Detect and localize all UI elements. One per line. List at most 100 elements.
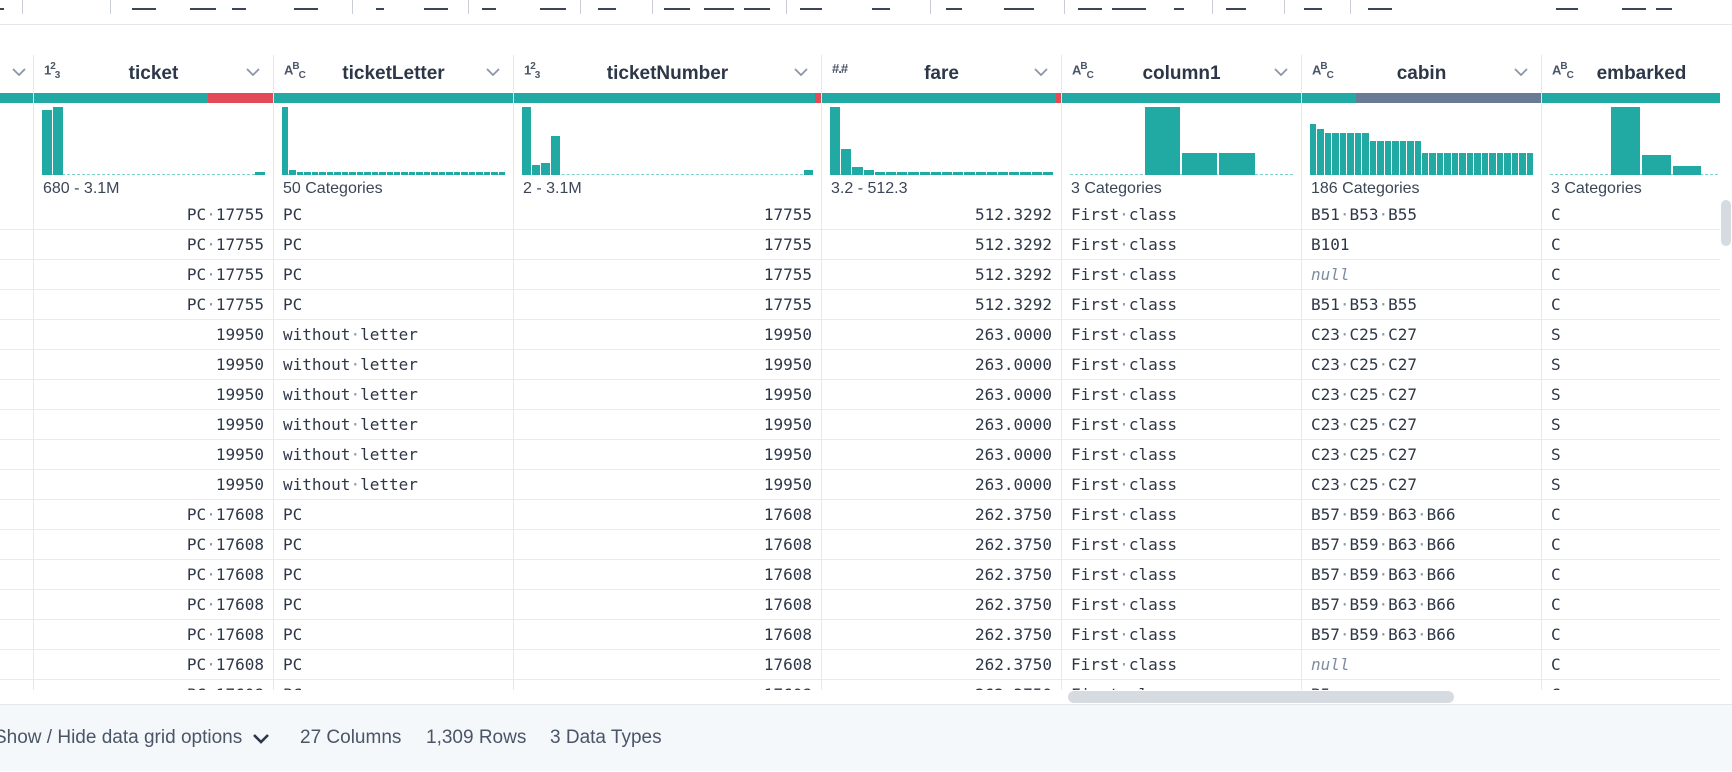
histogram-bar[interactable] (1317, 129, 1324, 175)
data-type-icon[interactable]: ABC (1072, 61, 1094, 81)
table-cell[interactable]: 17608 (514, 530, 821, 560)
histogram-bar[interactable] (953, 172, 964, 175)
list-icon[interactable] (1112, 0, 1146, 10)
histogram-bar[interactable] (1422, 153, 1429, 175)
table-cell[interactable]: S (1542, 410, 1720, 440)
histogram-bar[interactable] (541, 163, 551, 175)
table-cell[interactable]: PC (274, 590, 513, 620)
histogram-bar[interactable] (431, 172, 438, 175)
histogram-bar[interactable] (356, 172, 364, 175)
table-cell[interactable]: 19950 (34, 440, 273, 470)
table-cell[interactable]: PC·17608 (34, 560, 273, 590)
data-quality-bar[interactable] (34, 93, 273, 103)
table-cell[interactable]: PC·17755 (34, 290, 273, 320)
histogram-bar[interactable] (1611, 107, 1640, 175)
table-cell[interactable]: B5 (1302, 680, 1541, 690)
swap-icon[interactable] (704, 0, 734, 10)
histogram-bar[interactable] (349, 172, 356, 175)
table-cell[interactable]: 17608 (514, 560, 821, 590)
histogram-bar[interactable] (1392, 141, 1399, 175)
table-cell[interactable]: without·letter (274, 320, 513, 350)
table-cell[interactable]: B57·B59·B63·B66 (1302, 560, 1541, 590)
histogram-bar[interactable] (886, 172, 897, 175)
histogram-bar[interactable] (394, 172, 401, 175)
histogram-bar[interactable] (942, 172, 953, 175)
chevron-down-icon[interactable] (1513, 64, 1529, 80)
table-cell[interactable] (0, 680, 33, 690)
format-icon[interactable] (190, 0, 216, 10)
histogram-bar[interactable] (386, 172, 393, 175)
table-cell[interactable]: PC (274, 680, 513, 690)
table-cell[interactable]: First·class (1062, 410, 1301, 440)
data-quality-bar[interactable] (1542, 93, 1720, 103)
table-cell[interactable]: PC·17608 (34, 650, 273, 680)
histogram-bar[interactable] (423, 172, 431, 175)
histogram-bar[interactable] (304, 172, 311, 175)
table-cell[interactable]: PC (274, 200, 513, 230)
table-cell[interactable]: First·class (1062, 470, 1301, 500)
histogram-bar[interactable] (1511, 153, 1519, 175)
column-histogram[interactable] (1550, 105, 1720, 175)
table-cell[interactable]: 262.3750 (822, 650, 1061, 680)
histogram-bar[interactable] (326, 172, 334, 175)
table-cell[interactable]: C (1542, 590, 1720, 620)
table-cell[interactable]: 512.3292 (822, 290, 1061, 320)
table-cell[interactable]: First·class (1062, 620, 1301, 650)
histogram-bar[interactable] (1496, 153, 1504, 175)
histogram-bar[interactable] (1444, 153, 1451, 175)
histogram-bar[interactable] (1489, 153, 1496, 175)
histogram-bar[interactable] (1466, 153, 1474, 175)
data-quality-bar[interactable] (822, 93, 1061, 103)
table-cell[interactable]: First·class (1062, 230, 1301, 260)
table-cell[interactable]: PC·17755 (34, 230, 273, 260)
column-header[interactable]: #.# fare (822, 55, 1061, 93)
histogram-bar[interactable] (53, 107, 64, 175)
histogram-bar[interactable] (468, 172, 476, 175)
histogram-bar[interactable] (998, 172, 1009, 175)
table-cell[interactable]: 19950 (34, 410, 273, 440)
column-histogram[interactable] (522, 105, 813, 175)
histogram-bar[interactable] (1332, 133, 1339, 175)
histogram-bar[interactable] (341, 172, 349, 175)
histogram-bar[interactable] (476, 172, 483, 175)
column-header[interactable]: ABC ticketLetter (274, 55, 513, 93)
table-cell[interactable] (0, 410, 33, 440)
table-cell[interactable]: 19950 (514, 470, 821, 500)
save-icon[interactable] (1304, 0, 1322, 10)
table-cell[interactable]: B57·B59·B63·B66 (1302, 620, 1541, 650)
table-cell[interactable]: S (1542, 320, 1720, 350)
histogram-bar[interactable] (874, 172, 885, 175)
data-quality-bar[interactable] (274, 93, 513, 103)
table-cell[interactable]: C (1542, 650, 1720, 680)
table-cell[interactable]: without·letter (274, 380, 513, 410)
table-cell[interactable]: C (1542, 530, 1720, 560)
table-cell[interactable]: PC·17608 (34, 680, 273, 690)
table-cell[interactable]: 263.0000 (822, 350, 1061, 380)
table-cell[interactable]: PC (274, 230, 513, 260)
table-cell[interactable]: 17608 (514, 680, 821, 690)
table-cell[interactable] (0, 620, 33, 650)
table-cell[interactable]: 17608 (514, 650, 821, 680)
table-cell[interactable]: 19950 (34, 470, 273, 500)
table-cell[interactable]: null (1302, 260, 1541, 290)
column-header[interactable]: 123 ticketNumber (514, 55, 821, 93)
table-cell[interactable]: PC (274, 500, 513, 530)
table-cell[interactable]: PC (274, 650, 513, 680)
table-cell[interactable]: 263.0000 (822, 470, 1061, 500)
column-histogram[interactable] (1070, 105, 1293, 175)
abc-icon[interactable] (744, 0, 770, 10)
column-histogram[interactable] (282, 105, 505, 175)
text-icon[interactable] (482, 0, 496, 10)
table-cell[interactable]: B51·B53·B55 (1302, 290, 1541, 320)
table-cell[interactable]: First·class (1062, 500, 1301, 530)
histogram-bar[interactable] (804, 170, 813, 175)
data-type-icon[interactable]: 123 (524, 61, 540, 81)
table-cell[interactable] (0, 500, 33, 530)
table-cell[interactable]: C (1542, 620, 1720, 650)
table-cell[interactable]: B57·B59·B63·B66 (1302, 530, 1541, 560)
table-cell[interactable]: 19950 (34, 380, 273, 410)
chevron-down-icon[interactable] (1273, 64, 1289, 80)
toolbar-icon[interactable] (0, 0, 4, 10)
histogram-bar[interactable] (1362, 133, 1369, 175)
table-cell[interactable] (0, 320, 33, 350)
